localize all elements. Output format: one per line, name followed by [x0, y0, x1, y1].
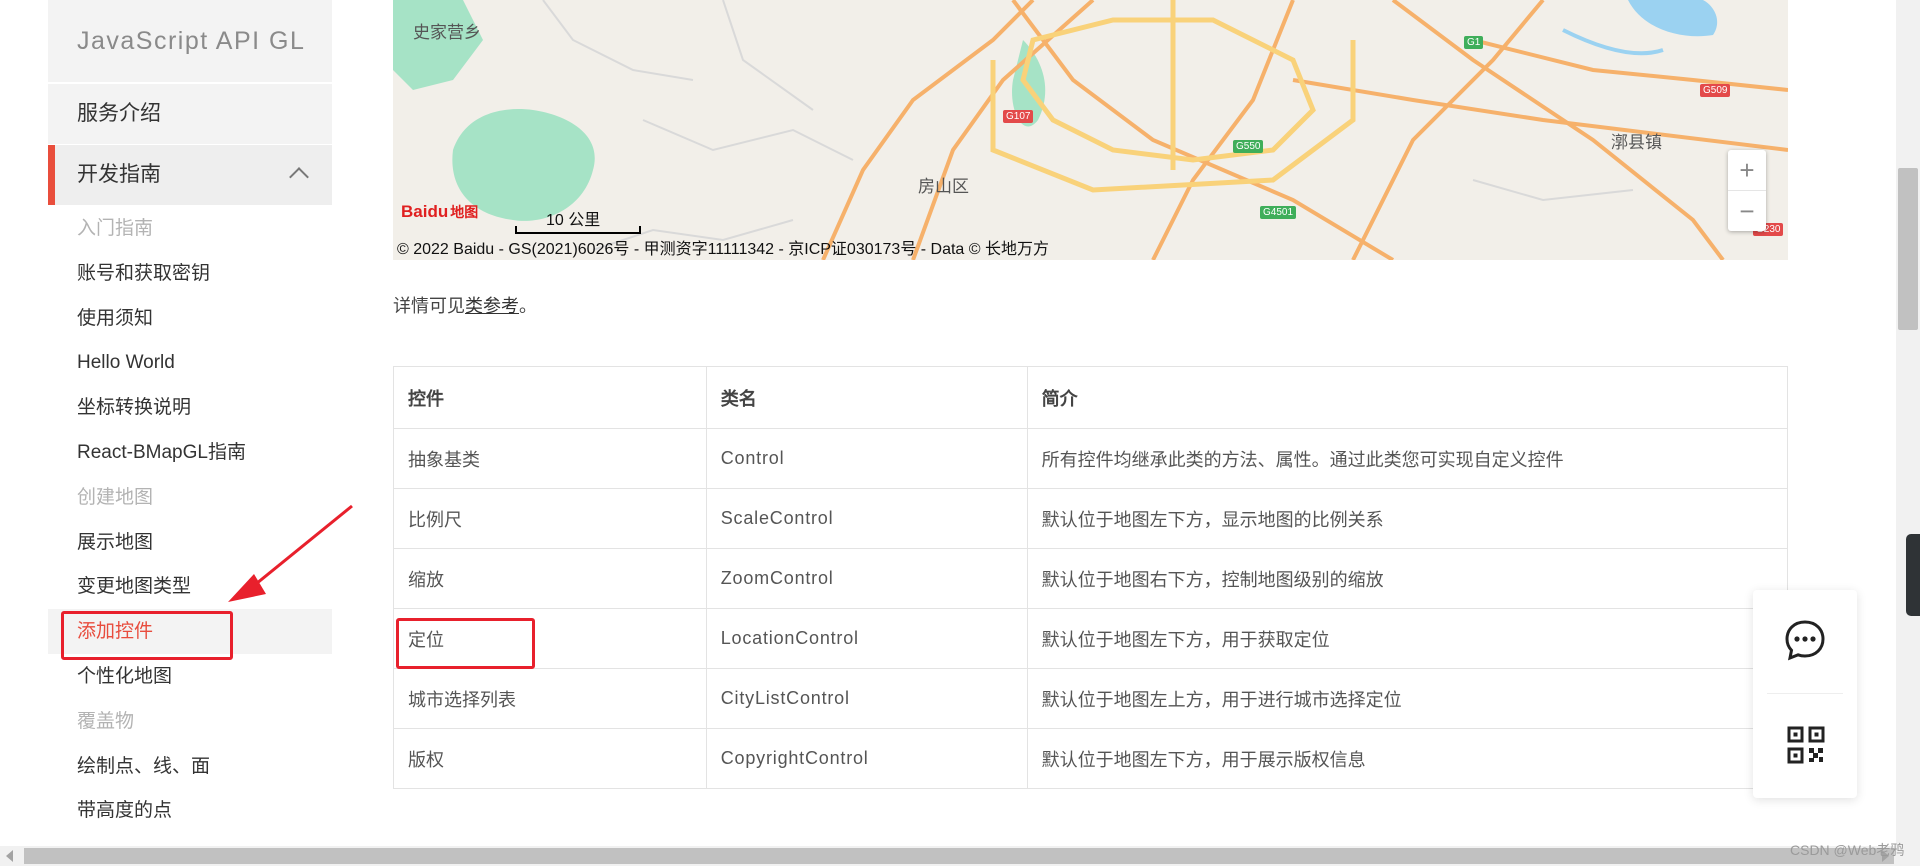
map-background — [393, 0, 1788, 260]
table-cell-description: 默认位于地图左下方，用于获取定位 — [1026, 608, 1789, 669]
table-row: 定位 LocationControl 默认位于地图左下方，用于获取定位 — [393, 608, 1789, 669]
watermark: CSDN @Web老鸦 — [1790, 842, 1905, 858]
sidebar-item-height-points[interactable]: 带高度的点 — [48, 788, 332, 833]
table-cell-description: 默认位于地图右下方，控制地图级别的缩放 — [1026, 548, 1789, 609]
road-shield: G550 — [1233, 140, 1264, 153]
highlight-box-location-row — [396, 618, 535, 669]
sidebar-logo[interactable]: JavaScript API GL — [48, 0, 332, 82]
zoom-control: + − — [1728, 150, 1766, 231]
zoom-in-button[interactable]: + — [1728, 150, 1766, 190]
sidebar-section-getting-started: 入门指南 — [77, 218, 154, 239]
road-shield: G1 — [1464, 36, 1484, 49]
sidebar-item-hello-world[interactable]: Hello World — [48, 340, 332, 385]
sidebar-item-label: 开发指南 — [77, 163, 161, 186]
horizontal-scrollbar-thumb[interactable] — [24, 848, 1894, 864]
class-reference-link[interactable]: 类参考 — [465, 296, 519, 316]
table-cell-control: 版权 — [393, 728, 707, 789]
table-cell-class-name: Control — [705, 428, 1028, 489]
qrcode-icon[interactable] — [1787, 726, 1825, 764]
sidebar-item-service-intro[interactable]: 服务介绍 — [48, 84, 332, 144]
table-cell-class-name: ScaleControl — [705, 488, 1028, 549]
table-cell-control: 缩放 — [393, 548, 707, 609]
controls-table: 控件 类名 简介 抽象基类 Control 所有控件均继承此类的方法、属性。通过… — [393, 366, 1789, 789]
zoom-out-button[interactable]: − — [1728, 190, 1766, 231]
annotation-arrow-icon — [228, 504, 353, 602]
sidebar-item-custom-map[interactable]: 个性化地图 — [48, 654, 332, 699]
column-header-class-name: 类名 — [705, 366, 1028, 429]
table-cell-control: 抽象基类 — [393, 428, 707, 489]
map-copyright: © 2022 Baidu - GS(2021)6026号 - 甲测资字11111… — [397, 241, 1050, 258]
table-cell-description: 默认位于地图左上方，用于进行城市选择定位 — [1026, 668, 1789, 729]
sidebar-item-react-bmapgl[interactable]: React-BMapGL指南 — [48, 430, 332, 475]
map-label-shijiaying: 史家营乡 — [413, 23, 481, 42]
table-cell-control: 城市选择列表 — [393, 668, 707, 729]
scroll-left-arrow-icon[interactable] — [6, 850, 13, 862]
baidu-map-logo[interactable]: Baidu 地图 — [401, 202, 478, 222]
table-cell-description: 所有控件均继承此类的方法、属性。通过此类您可实现自定义控件 — [1026, 428, 1789, 489]
table-row: 版权 CopyrightControl 默认位于地图左下方，用于展示版权信息 — [393, 728, 1789, 789]
table-cell-control: 比例尺 — [393, 488, 707, 549]
table-cell-class-name: CopyrightControl — [705, 728, 1028, 789]
table-cell-class-name: CityListControl — [705, 668, 1028, 729]
sidebar-item-dev-guide[interactable]: 开发指南 — [48, 145, 332, 205]
table-row: 城市选择列表 CityListControl 默认位于地图左上方，用于进行城市选… — [393, 668, 1789, 729]
map-view[interactable]: 史家营乡 房山区 漷县镇 G107 G550 G4501 G1 G509 G23… — [393, 0, 1788, 260]
side-gauge-widget — [1906, 534, 1920, 616]
sidebar-item-account-key[interactable]: 账号和获取密钥 — [48, 251, 332, 296]
chat-icon[interactable] — [1783, 618, 1827, 662]
scale-control-bar — [515, 226, 641, 234]
vertical-scrollbar[interactable] — [1896, 0, 1920, 846]
docs-sidebar: JavaScript API GL 服务介绍 开发指南 入门指南 账号和获取密钥… — [48, 0, 332, 846]
map-label-luxian: 漷县镇 — [1611, 133, 1662, 152]
table-row: 抽象基类 Control 所有控件均继承此类的方法、属性。通过此类您可实现自定义… — [393, 428, 1789, 489]
column-header-control: 控件 — [393, 366, 707, 429]
table-row: 比例尺 ScaleControl 默认位于地图左下方，显示地图的比例关系 — [393, 488, 1789, 549]
map-label-fangshan: 房山区 — [918, 177, 969, 196]
road-shield: G107 — [1003, 110, 1034, 123]
road-shield: G4501 — [1260, 206, 1297, 219]
sidebar-item-draw-shapes[interactable]: 绘制点、线、面 — [48, 744, 332, 789]
chevron-up-icon[interactable] — [289, 167, 309, 187]
column-header-description: 简介 — [1026, 366, 1789, 429]
table-row: 缩放 ZoomControl 默认位于地图右下方，控制地图级别的缩放 — [393, 548, 1789, 609]
panel-divider — [1767, 693, 1843, 694]
table-cell-class-name: LocationControl — [705, 608, 1028, 669]
vertical-scrollbar-thumb[interactable] — [1898, 168, 1918, 330]
table-cell-class-name: ZoomControl — [705, 548, 1028, 609]
highlight-box-sidebar — [61, 611, 233, 660]
sidebar-item-usage-notes[interactable]: 使用须知 — [48, 296, 332, 341]
sidebar-section-overlays: 覆盖物 — [77, 711, 135, 732]
detail-text: 详情可见类参考。 — [393, 296, 537, 316]
road-shield: G509 — [1700, 84, 1731, 97]
sidebar-item-coordinate-conversion[interactable]: 坐标转换说明 — [48, 385, 332, 430]
table-cell-description: 默认位于地图左下方，显示地图的比例关系 — [1026, 488, 1789, 549]
table-cell-description: 默认位于地图左下方，用于展示版权信息 — [1026, 728, 1789, 789]
table-header-row: 控件 类名 简介 — [393, 366, 1789, 429]
floating-help-panel — [1753, 590, 1857, 798]
